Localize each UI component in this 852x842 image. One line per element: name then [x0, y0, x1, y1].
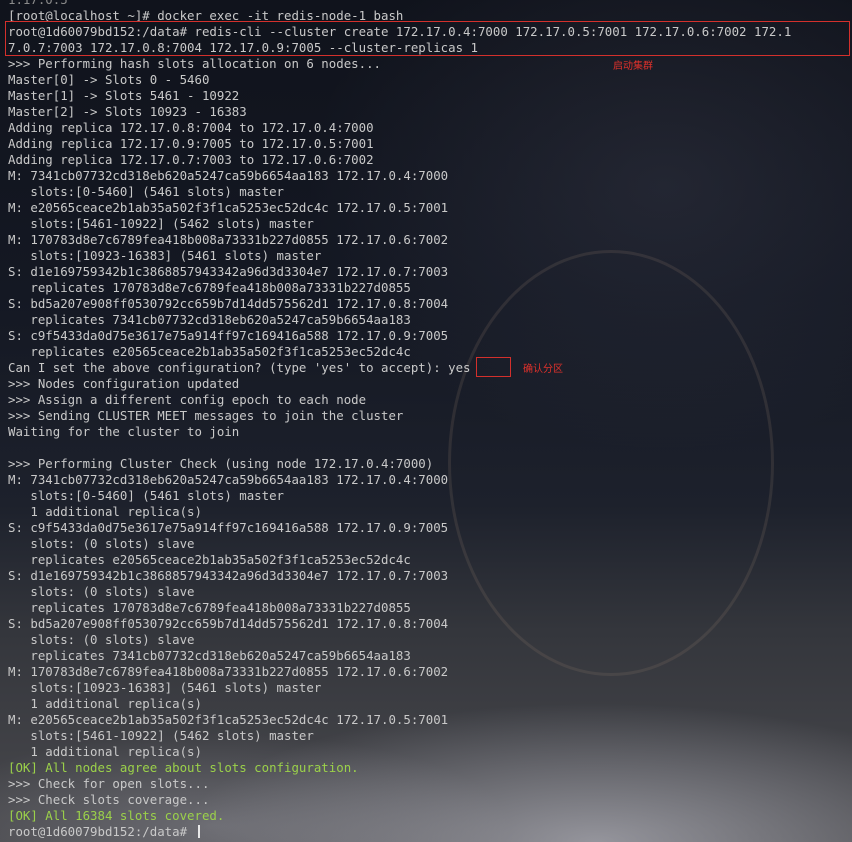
terminal-line: replicates 7341cb07732cd318eb620a5247ca5…	[8, 312, 411, 327]
terminal-line: replicates e20565ceace2b1ab35a502f3f1ca5…	[8, 552, 411, 567]
terminal-line: M: 7341cb07732cd318eb620a5247ca59b6654aa…	[8, 472, 449, 487]
terminal-line: slots: (0 slots) slave	[8, 536, 195, 551]
annotation-start-cluster: 启动集群	[613, 61, 653, 72]
terminal-line: Master[1] -> Slots 5461 - 10922	[8, 88, 240, 103]
terminal-line: replicates 170783d8e7c6789fea418b008a733…	[8, 280, 411, 295]
terminal-line: >>> Sending CLUSTER MEET messages to joi…	[8, 408, 404, 423]
terminal-line: 1 additional replica(s)	[8, 504, 202, 519]
terminal-line: >>> Assign a different config epoch to e…	[8, 392, 367, 407]
terminal-line: slots:[0-5460] (5461 slots) master	[8, 184, 285, 199]
terminal-line: slots:[5461-10922] (5462 slots) master	[8, 728, 314, 743]
terminal-line: slots:[0-5460] (5461 slots) master	[8, 488, 285, 503]
terminal-line: S: d1e169759342b1c3868857943342a96d3d330…	[8, 264, 449, 279]
terminal-line: 1 additional replica(s)	[8, 744, 202, 759]
text-cursor	[197, 825, 200, 838]
terminal-line: replicates e20565ceace2b1ab35a502f3f1ca5…	[8, 344, 411, 359]
terminal-line: 7.0.7:7003 172.17.0.8:7004 172.17.0.9:70…	[8, 40, 478, 55]
terminal-line: [root@localhost ~]# docker exec -it redi…	[8, 8, 404, 23]
terminal-line: S: c9f5433da0d75e3617e75a914ff97c169416a…	[8, 520, 449, 535]
terminal-line: slots:[10923-16383] (5461 slots) master	[8, 680, 322, 695]
terminal-line: slots: (0 slots) slave	[8, 632, 195, 647]
terminal-line: >>> Check slots coverage...	[8, 792, 210, 807]
terminal-line: M: e20565ceace2b1ab35a502f3f1ca5253ec52d…	[8, 712, 449, 727]
terminal-line: S: bd5a207e908ff0530792cc659b7d14dd57556…	[8, 296, 449, 311]
terminal-output: 1.17.0.5 [root@localhost ~]# docker exec…	[0, 0, 852, 840]
terminal-line: >>> Performing hash slots allocation on …	[8, 56, 381, 71]
terminal-line: >>> Check for open slots...	[8, 776, 210, 791]
annotation-confirm-partition: 确认分区	[523, 364, 563, 375]
terminal-line: M: e20565ceace2b1ab35a502f3f1ca5253ec52d…	[8, 200, 449, 215]
terminal-line: M: 170783d8e7c6789fea418b008a73331b227d0…	[8, 232, 449, 247]
terminal-line-ok: [OK] All 16384 slots covered.	[8, 808, 225, 823]
terminal-line: >>> Performing Cluster Check (using node…	[8, 456, 434, 471]
terminal-window[interactable]: 1.17.0.5 [root@localhost ~]# docker exec…	[0, 0, 852, 842]
shell-prompt: root@1d60079bd152:/data#	[8, 824, 195, 839]
terminal-line: Master[0] -> Slots 0 - 5460	[8, 72, 210, 87]
terminal-line: Adding replica 172.17.0.7:7003 to 172.17…	[8, 152, 374, 167]
terminal-line: 1 additional replica(s)	[8, 696, 202, 711]
terminal-line: Waiting for the cluster to join	[8, 424, 240, 439]
terminal-line: replicates 7341cb07732cd318eb620a5247ca5…	[8, 648, 411, 663]
terminal-line: S: d1e169759342b1c3868857943342a96d3d330…	[8, 568, 449, 583]
terminal-line: root@1d60079bd152:/data# redis-cli --clu…	[8, 24, 792, 39]
terminal-line: slots:[10923-16383] (5461 slots) master	[8, 248, 322, 263]
terminal-line: slots: (0 slots) slave	[8, 584, 195, 599]
terminal-line: Adding replica 172.17.0.9:7005 to 172.17…	[8, 136, 374, 151]
terminal-line: Adding replica 172.17.0.8:7004 to 172.17…	[8, 120, 374, 135]
terminal-line: >>> Nodes configuration updated	[8, 376, 240, 391]
terminal-line: M: 7341cb07732cd318eb620a5247ca59b6654aa…	[8, 168, 449, 183]
terminal-line: 1.17.0.5	[0, 0, 852, 8]
terminal-line: Can I set the above configuration? (type…	[8, 360, 471, 375]
terminal-line: Master[2] -> Slots 10923 - 16383	[8, 104, 247, 119]
terminal-line-ok: [OK] All nodes agree about slots configu…	[8, 760, 359, 775]
terminal-line: M: 170783d8e7c6789fea418b008a73331b227d0…	[8, 664, 449, 679]
terminal-line: replicates 170783d8e7c6789fea418b008a733…	[8, 600, 411, 615]
terminal-line: S: c9f5433da0d75e3617e75a914ff97c169416a…	[8, 328, 449, 343]
terminal-line: slots:[5461-10922] (5462 slots) master	[8, 216, 314, 231]
terminal-prompt-line[interactable]: root@1d60079bd152:/data#	[0, 824, 852, 840]
terminal-line: S: bd5a207e908ff0530792cc659b7d14dd57556…	[8, 616, 449, 631]
